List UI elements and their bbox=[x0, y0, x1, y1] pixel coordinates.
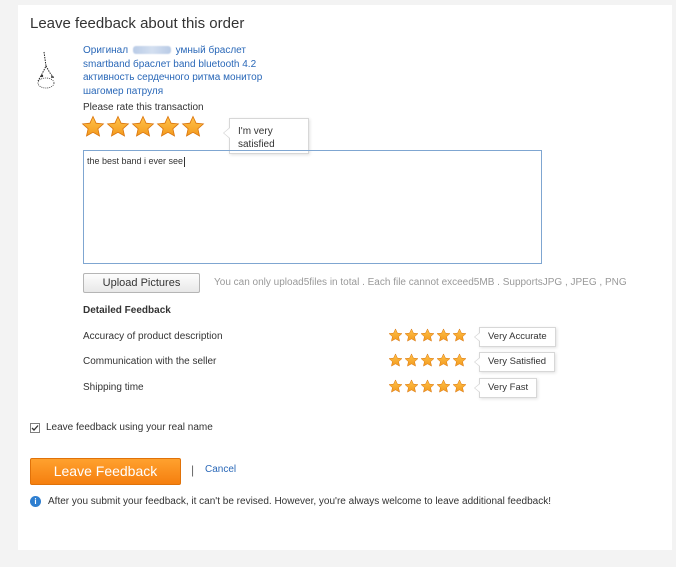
accuracy-rating-stars[interactable] bbox=[388, 328, 467, 343]
rate-label: Please rate this transaction bbox=[83, 102, 204, 113]
checkmark-icon bbox=[31, 424, 39, 431]
detail-label-accuracy: Accuracy of product description bbox=[83, 331, 223, 342]
star-icon[interactable] bbox=[156, 115, 180, 139]
real-name-option: Leave feedback using your real name bbox=[30, 422, 213, 433]
cancel-link[interactable]: Cancel bbox=[205, 464, 236, 475]
feedback-text: the best band i ever see bbox=[87, 156, 184, 166]
feedback-panel: Leave feedback about this order Оригинал… bbox=[18, 5, 672, 550]
star-icon[interactable] bbox=[452, 379, 467, 394]
star-icon[interactable] bbox=[404, 353, 419, 368]
page-title: Leave feedback about this order bbox=[30, 15, 245, 32]
star-icon[interactable] bbox=[81, 115, 105, 139]
action-separator: | bbox=[191, 463, 195, 477]
product-link[interactable]: Оригинал умный браслет smartband браслет… bbox=[83, 44, 283, 98]
upload-note: You can only upload5files in total . Eac… bbox=[214, 277, 627, 288]
real-name-checkbox[interactable] bbox=[30, 422, 40, 433]
bracelet-image[interactable] bbox=[32, 48, 62, 98]
communication-rating-tip: Very Satisfied bbox=[473, 352, 556, 372]
star-icon[interactable] bbox=[388, 379, 403, 394]
text-caret bbox=[184, 156, 186, 167]
star-icon[interactable] bbox=[388, 353, 403, 368]
star-icon[interactable] bbox=[436, 328, 451, 343]
star-icon[interactable] bbox=[181, 115, 205, 139]
feedback-textarea[interactable]: the best band i ever see bbox=[83, 150, 542, 264]
communication-rating-stars[interactable] bbox=[388, 353, 467, 368]
star-icon[interactable] bbox=[436, 353, 451, 368]
detailed-feedback-title: Detailed Feedback bbox=[83, 305, 171, 316]
blurred-brand bbox=[132, 46, 171, 55]
accuracy-rating-tip: Very Accurate bbox=[474, 327, 556, 347]
product-name-prefix: Оригинал bbox=[83, 45, 129, 56]
star-icon[interactable] bbox=[452, 353, 467, 368]
detail-label-communication: Communication with the seller bbox=[83, 356, 217, 367]
star-icon[interactable] bbox=[420, 379, 435, 394]
shipping-rating-stars[interactable] bbox=[388, 379, 467, 394]
upload-pictures-button[interactable]: Upload Pictures bbox=[83, 273, 200, 293]
leave-feedback-button[interactable]: Leave Feedback bbox=[30, 458, 181, 485]
star-icon[interactable] bbox=[388, 328, 403, 343]
detail-label-shipping: Shipping time bbox=[83, 382, 144, 393]
revision-notice: i After you submit your feedback, it can… bbox=[30, 496, 551, 507]
star-icon[interactable] bbox=[420, 353, 435, 368]
star-icon[interactable] bbox=[404, 379, 419, 394]
shipping-rating-tip: Very Fast bbox=[473, 378, 538, 398]
star-icon[interactable] bbox=[404, 328, 419, 343]
overall-rating-stars[interactable] bbox=[81, 115, 205, 139]
star-icon[interactable] bbox=[131, 115, 155, 139]
real-name-label: Leave feedback using your real name bbox=[46, 422, 213, 433]
info-icon: i bbox=[30, 496, 41, 507]
star-icon[interactable] bbox=[106, 115, 130, 139]
notice-text: After you submit your feedback, it can't… bbox=[48, 496, 551, 507]
rating-tooltip: I'm very satisfied bbox=[223, 118, 309, 154]
star-icon[interactable] bbox=[420, 328, 435, 343]
star-icon[interactable] bbox=[436, 379, 451, 394]
star-icon[interactable] bbox=[452, 328, 467, 343]
